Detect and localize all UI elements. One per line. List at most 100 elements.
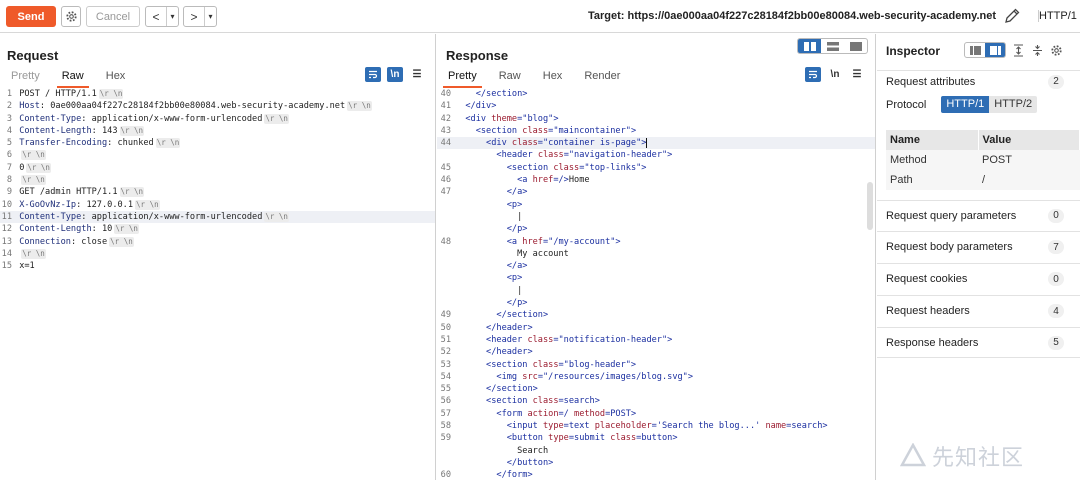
line-number: 9: [6, 187, 12, 198]
request-line: 14 \r \n: [0, 248, 435, 260]
html-tag: <section: [486, 396, 533, 407]
inspector-panel: Inspector Request attributes 2 Protocol …: [877, 34, 1080, 480]
line-number: 51: [440, 334, 451, 345]
layout-toggle[interactable]: [797, 38, 868, 54]
wrap-lines-icon[interactable]: [805, 67, 821, 82]
response-line: 40 </section>: [437, 88, 875, 100]
menu-icon[interactable]: ☰: [849, 67, 865, 82]
request-panel: Request Pretty Raw Hex \n ☰ 1 POST / HTT…: [0, 34, 436, 480]
request-body-parameters-section[interactable]: Request body parameters 7: [877, 231, 1080, 262]
line-number: 6: [6, 150, 12, 161]
section-label: Request attributes: [886, 75, 976, 88]
header-name: Connection: [19, 236, 71, 247]
line-number: 47: [440, 187, 451, 198]
request-cookies-section[interactable]: Request cookies 0: [877, 263, 1080, 294]
header-value: : application/x-www-form-urlencoded: [81, 211, 263, 222]
inspector-layout-toggle[interactable]: [964, 42, 1006, 58]
table-row[interactable]: Path /: [886, 170, 1080, 190]
html-tag: <input: [506, 421, 543, 432]
section-label: Request body parameters: [886, 241, 1013, 253]
tab-raw[interactable]: Raw: [51, 68, 95, 88]
header-value: 0: [19, 162, 25, 173]
back-arrow-icon[interactable]: <: [146, 7, 166, 26]
section-label: Response headers: [886, 336, 979, 349]
html-tag: </header>: [486, 347, 533, 358]
tab-pretty[interactable]: Pretty: [437, 68, 488, 88]
layout-tabs-icon[interactable]: [844, 39, 867, 53]
protocol-http2-button[interactable]: HTTP/2: [989, 96, 1038, 113]
html-text: |: [517, 211, 523, 222]
request-headers-section[interactable]: Request headers 4: [877, 295, 1080, 326]
request-line: 4 Content-Length: 143 \r \n: [0, 125, 435, 137]
request-editor[interactable]: 1 POST / HTTP/1.1 \r \n 2 Host: 0ae000aa04…: [0, 88, 435, 480]
crlf-marker: \r \n: [21, 175, 46, 186]
protocol-row: Protocol HTTP/1 HTTP/2: [886, 96, 1038, 113]
header-value: : application/x-www-form-urlencoded: [81, 113, 263, 124]
http-version-label[interactable]: HTTP/1: [1038, 10, 1077, 22]
collapse-all-icon[interactable]: [1031, 44, 1044, 57]
chevron-down-icon[interactable]: ▾: [204, 7, 216, 26]
line-number: 11: [1, 211, 12, 222]
html-attribute: src: [522, 371, 538, 382]
expand-all-icon[interactable]: [1012, 43, 1025, 57]
tab-hex[interactable]: Hex: [95, 68, 137, 86]
html-attribute: type: [542, 421, 564, 432]
request-line: 11 Content-Type: application/x-www-form-…: [0, 210, 435, 224]
header-name: Content-Type: [19, 211, 82, 222]
html-tag: </header>: [486, 322, 533, 333]
html-tag: =POST>: [605, 408, 637, 419]
html-attribute: class: [553, 162, 580, 173]
section-count: 5: [1048, 335, 1064, 350]
menu-icon[interactable]: ☰: [409, 67, 425, 82]
header-value: : 10: [91, 224, 113, 235]
html-attribute: class: [527, 334, 554, 345]
tab-hex[interactable]: Hex: [532, 68, 574, 86]
html-tag: ="/resources/images/blog.svg">: [537, 371, 694, 382]
wrap-lines-icon[interactable]: [365, 67, 381, 82]
html-tag: </section>: [475, 89, 528, 99]
forward-arrow-icon[interactable]: >: [184, 7, 204, 26]
protocol-http1-button[interactable]: HTTP/1: [941, 96, 990, 113]
response-headers-section[interactable]: Response headers 5: [877, 327, 1080, 358]
list-view-icon[interactable]: [965, 43, 985, 57]
html-tag: <a: [517, 175, 533, 186]
response-line: 41 </div>: [437, 100, 875, 112]
cancel-button[interactable]: Cancel: [86, 6, 140, 27]
crlf-marker: \r \n: [26, 162, 51, 173]
settings-button[interactable]: [61, 6, 81, 27]
line-number: 14: [1, 248, 12, 259]
pencil-icon[interactable]: [1003, 7, 1021, 25]
section-count: 2: [1048, 74, 1064, 89]
line-number: 54: [440, 371, 451, 382]
send-button[interactable]: Send: [6, 6, 56, 27]
response-scrollbar[interactable]: [867, 182, 873, 230]
response-line: 47 </a>: [437, 186, 875, 198]
section-label: Request cookies: [886, 273, 968, 285]
tab-raw[interactable]: Raw: [488, 68, 532, 86]
text-cursor: [646, 137, 648, 148]
chevron-down-icon[interactable]: ▾: [166, 7, 178, 26]
show-newlines-icon[interactable]: \n: [387, 67, 403, 82]
html-tag: </button>: [506, 457, 554, 468]
protocol-label: Protocol: [886, 98, 927, 111]
section-count: 4: [1048, 304, 1064, 318]
table-row[interactable]: Method POST: [886, 150, 1080, 170]
request-query-parameters-section[interactable]: Request query parameters 0: [877, 200, 1080, 230]
panel-view-icon[interactable]: [985, 43, 1005, 57]
html-tag: =submit: [568, 433, 611, 444]
html-tag: </section>: [486, 384, 538, 395]
request-line: 2 Host: 0ae000aa04f227c28184f2bb00e80084…: [0, 100, 435, 112]
history-forward[interactable]: > ▾: [183, 6, 217, 27]
line-number: 15: [1, 261, 12, 272]
layout-rows-icon[interactable]: [821, 39, 844, 53]
history-back[interactable]: < ▾: [145, 6, 179, 27]
tab-pretty[interactable]: Pretty: [0, 68, 51, 86]
response-line: 54 <img src="/resources/images/blog.svg"…: [437, 371, 875, 383]
html-text: Search: [517, 445, 549, 456]
layout-columns-icon[interactable]: [798, 39, 821, 53]
gear-icon[interactable]: [1050, 44, 1063, 57]
response-editor[interactable]: 40 </section> 41 </div> 42 <div theme="blo…: [437, 88, 875, 480]
request-attributes-section[interactable]: Request attributes 2: [877, 70, 1080, 92]
show-newlines-icon[interactable]: \n: [827, 67, 843, 82]
tab-render[interactable]: Render: [573, 68, 631, 86]
